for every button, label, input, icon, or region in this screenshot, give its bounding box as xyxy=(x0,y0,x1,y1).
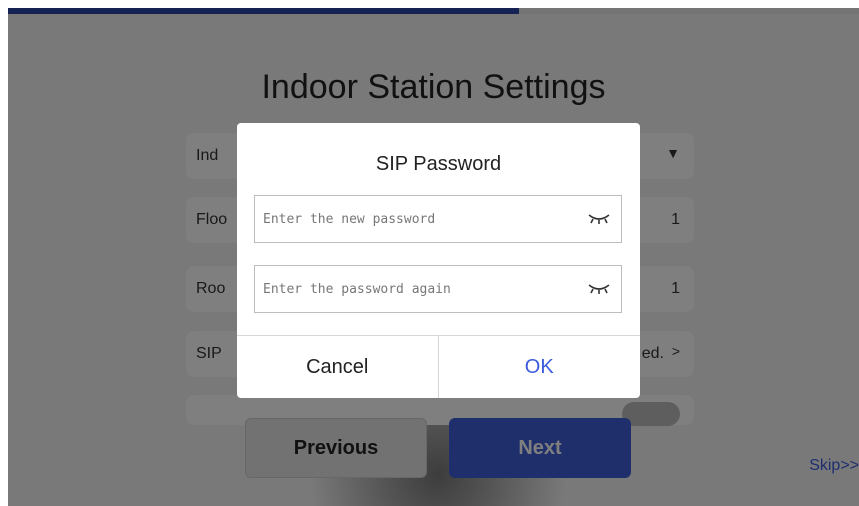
cancel-button[interactable]: Cancel xyxy=(237,336,439,398)
eye-closed-icon[interactable] xyxy=(587,282,611,296)
eye-closed-icon[interactable] xyxy=(587,212,611,226)
confirm-password-field xyxy=(254,265,622,313)
new-password-field xyxy=(254,195,622,243)
new-password-input[interactable] xyxy=(263,196,573,242)
dialog-footer: Cancel OK xyxy=(237,335,640,398)
confirm-password-input[interactable] xyxy=(263,266,573,312)
dialog-title: SIP Password xyxy=(375,153,502,175)
app-screen: Indoor Station Settings Ind ▼ Floo 1 Roo… xyxy=(8,8,859,506)
ok-button[interactable]: OK xyxy=(439,336,641,398)
sip-password-dialog: SIP Password Cancel OK xyxy=(237,123,640,398)
